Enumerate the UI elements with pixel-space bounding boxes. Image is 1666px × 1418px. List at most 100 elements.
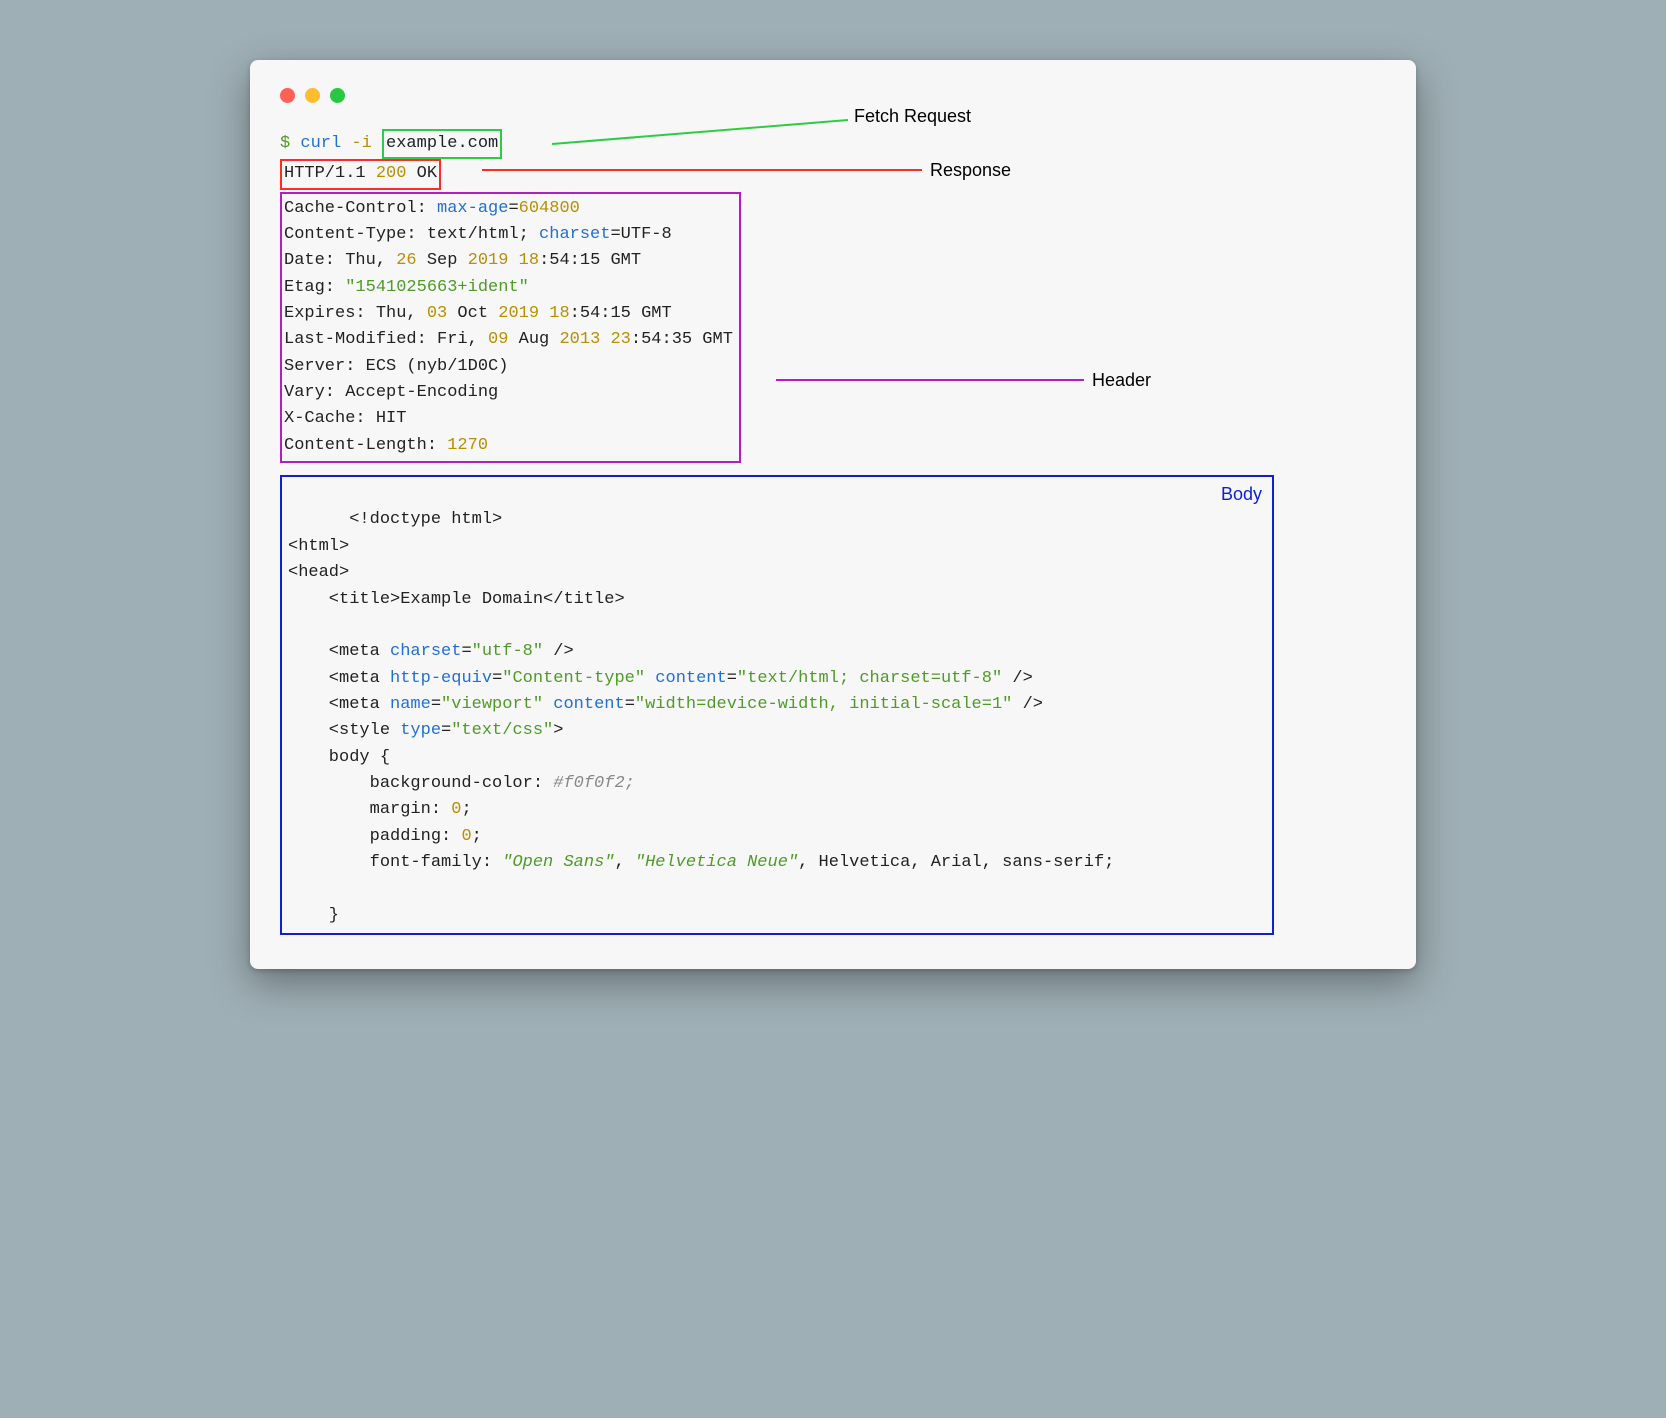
body-line: #f0f0f2; bbox=[553, 774, 635, 793]
hdr: Cache-Control: bbox=[284, 199, 437, 218]
hdr: 18 bbox=[519, 251, 539, 270]
label-body: Body bbox=[1221, 481, 1262, 509]
request-url-box: example.com bbox=[382, 129, 502, 159]
hdr bbox=[539, 304, 549, 323]
window-controls bbox=[280, 88, 1386, 103]
hdr: Oct bbox=[447, 304, 498, 323]
hdr: Aug bbox=[508, 330, 559, 349]
body-line: = bbox=[625, 695, 635, 714]
body-line: charset bbox=[390, 642, 461, 661]
status-line: HTTP/1.1 200 OK bbox=[280, 159, 1386, 189]
body-line: = bbox=[431, 695, 441, 714]
body-line: <!doctype html> bbox=[349, 510, 502, 529]
body-line: } bbox=[288, 906, 339, 925]
body-line: = bbox=[492, 669, 502, 688]
hdr bbox=[508, 251, 518, 270]
body-line: margin: bbox=[288, 800, 451, 819]
body-line: content bbox=[655, 669, 726, 688]
hdr: max-age bbox=[437, 199, 508, 218]
body-line: font-family: bbox=[288, 853, 502, 872]
hdr: Etag: bbox=[284, 278, 345, 297]
hdr: = bbox=[508, 199, 518, 218]
body-line: 0 bbox=[451, 800, 461, 819]
body-line: type bbox=[400, 721, 441, 740]
body-line: "utf-8" bbox=[472, 642, 543, 661]
body-line: "width=device-width, initial-scale=1" bbox=[635, 695, 1012, 714]
body-line: http-equiv bbox=[390, 669, 492, 688]
body-line: padding: bbox=[288, 827, 461, 846]
body-line: /> bbox=[543, 642, 574, 661]
body-line: , Helvetica, Arial, sans-serif; bbox=[798, 853, 1114, 872]
minimize-icon[interactable] bbox=[305, 88, 320, 103]
status-box: HTTP/1.1 200 OK bbox=[280, 159, 441, 189]
hdr: 03 bbox=[427, 304, 447, 323]
body-line: "Content-type" bbox=[502, 669, 645, 688]
hdr: 2019 bbox=[468, 251, 509, 270]
hdr: 18 bbox=[549, 304, 569, 323]
hdr: Sep bbox=[417, 251, 468, 270]
body-line bbox=[543, 695, 553, 714]
body-line: /> bbox=[1012, 695, 1043, 714]
hdr: =UTF-8 bbox=[610, 225, 671, 244]
hdr: 09 bbox=[488, 330, 508, 349]
hdr: :54:15 GMT bbox=[570, 304, 672, 323]
body-line: <html> bbox=[288, 537, 349, 556]
hdr: 1270 bbox=[447, 436, 488, 455]
body-line: background-color: bbox=[288, 774, 553, 793]
body-line: <meta bbox=[288, 642, 390, 661]
body-line: Example Domain bbox=[400, 590, 543, 609]
command-line: $ curl -i example.com bbox=[280, 129, 1386, 159]
body-line: 0 bbox=[461, 827, 471, 846]
hdr bbox=[600, 330, 610, 349]
http-version: HTTP/1.1 bbox=[284, 164, 376, 183]
hdr: 604800 bbox=[519, 199, 580, 218]
hdr: :54:35 GMT bbox=[631, 330, 733, 349]
body-line: <head> bbox=[288, 563, 349, 582]
body-line: <meta bbox=[288, 669, 390, 688]
hdr: charset bbox=[539, 225, 610, 244]
curl-command: curl bbox=[300, 134, 341, 153]
hdr: Content-Type: text/html; bbox=[284, 225, 539, 244]
body-line: = bbox=[461, 642, 471, 661]
body-line: ; bbox=[461, 800, 471, 819]
close-icon[interactable] bbox=[280, 88, 295, 103]
prompt-sigil: $ bbox=[280, 134, 300, 153]
body-line: <meta bbox=[288, 695, 390, 714]
body-line bbox=[645, 669, 655, 688]
body-line: ; bbox=[472, 827, 482, 846]
hdr: Last-Modified: Fri, bbox=[284, 330, 488, 349]
hdr: X-Cache: HIT bbox=[284, 409, 406, 428]
body-line: content bbox=[553, 695, 624, 714]
body-line: <title> bbox=[288, 590, 400, 609]
headers-box: Cache-Control: max-age=604800 Content-Ty… bbox=[280, 192, 741, 463]
hdr: Vary: Accept-Encoding bbox=[284, 383, 498, 402]
body-line: body { bbox=[288, 748, 390, 767]
hdr: Expires: Thu, bbox=[284, 304, 427, 323]
body-line: "Open Sans" bbox=[502, 853, 614, 872]
terminal-window: Fetch Request Response Header $ curl -i … bbox=[250, 60, 1416, 969]
body-line: "viewport" bbox=[441, 695, 543, 714]
label-header: Header bbox=[1092, 370, 1151, 390]
hdr: Content-Length: bbox=[284, 436, 447, 455]
body-line: "Helvetica Neue" bbox=[635, 853, 798, 872]
hdr: "1541025663+ident" bbox=[345, 278, 529, 297]
curl-flag: -i bbox=[341, 134, 382, 153]
hdr: 26 bbox=[396, 251, 416, 270]
hdr: 2013 bbox=[559, 330, 600, 349]
body-line: <style bbox=[288, 721, 400, 740]
body-line: "text/html; charset=utf-8" bbox=[737, 669, 1002, 688]
status-code: 200 bbox=[376, 164, 407, 183]
label-fetch: Fetch Request bbox=[854, 106, 971, 126]
body-line: = bbox=[441, 721, 451, 740]
hdr: 2019 bbox=[498, 304, 539, 323]
body-line: , bbox=[614, 853, 634, 872]
hdr: Date: Thu, bbox=[284, 251, 396, 270]
body-line: name bbox=[390, 695, 431, 714]
hdr: 23 bbox=[610, 330, 630, 349]
body-line: /> bbox=[1002, 669, 1033, 688]
hdr: :54:15 GMT bbox=[539, 251, 641, 270]
body-line: "text/css" bbox=[451, 721, 553, 740]
body-box: Body <!doctype html> <html> <head> <title… bbox=[280, 475, 1274, 935]
body-line: > bbox=[553, 721, 563, 740]
maximize-icon[interactable] bbox=[330, 88, 345, 103]
